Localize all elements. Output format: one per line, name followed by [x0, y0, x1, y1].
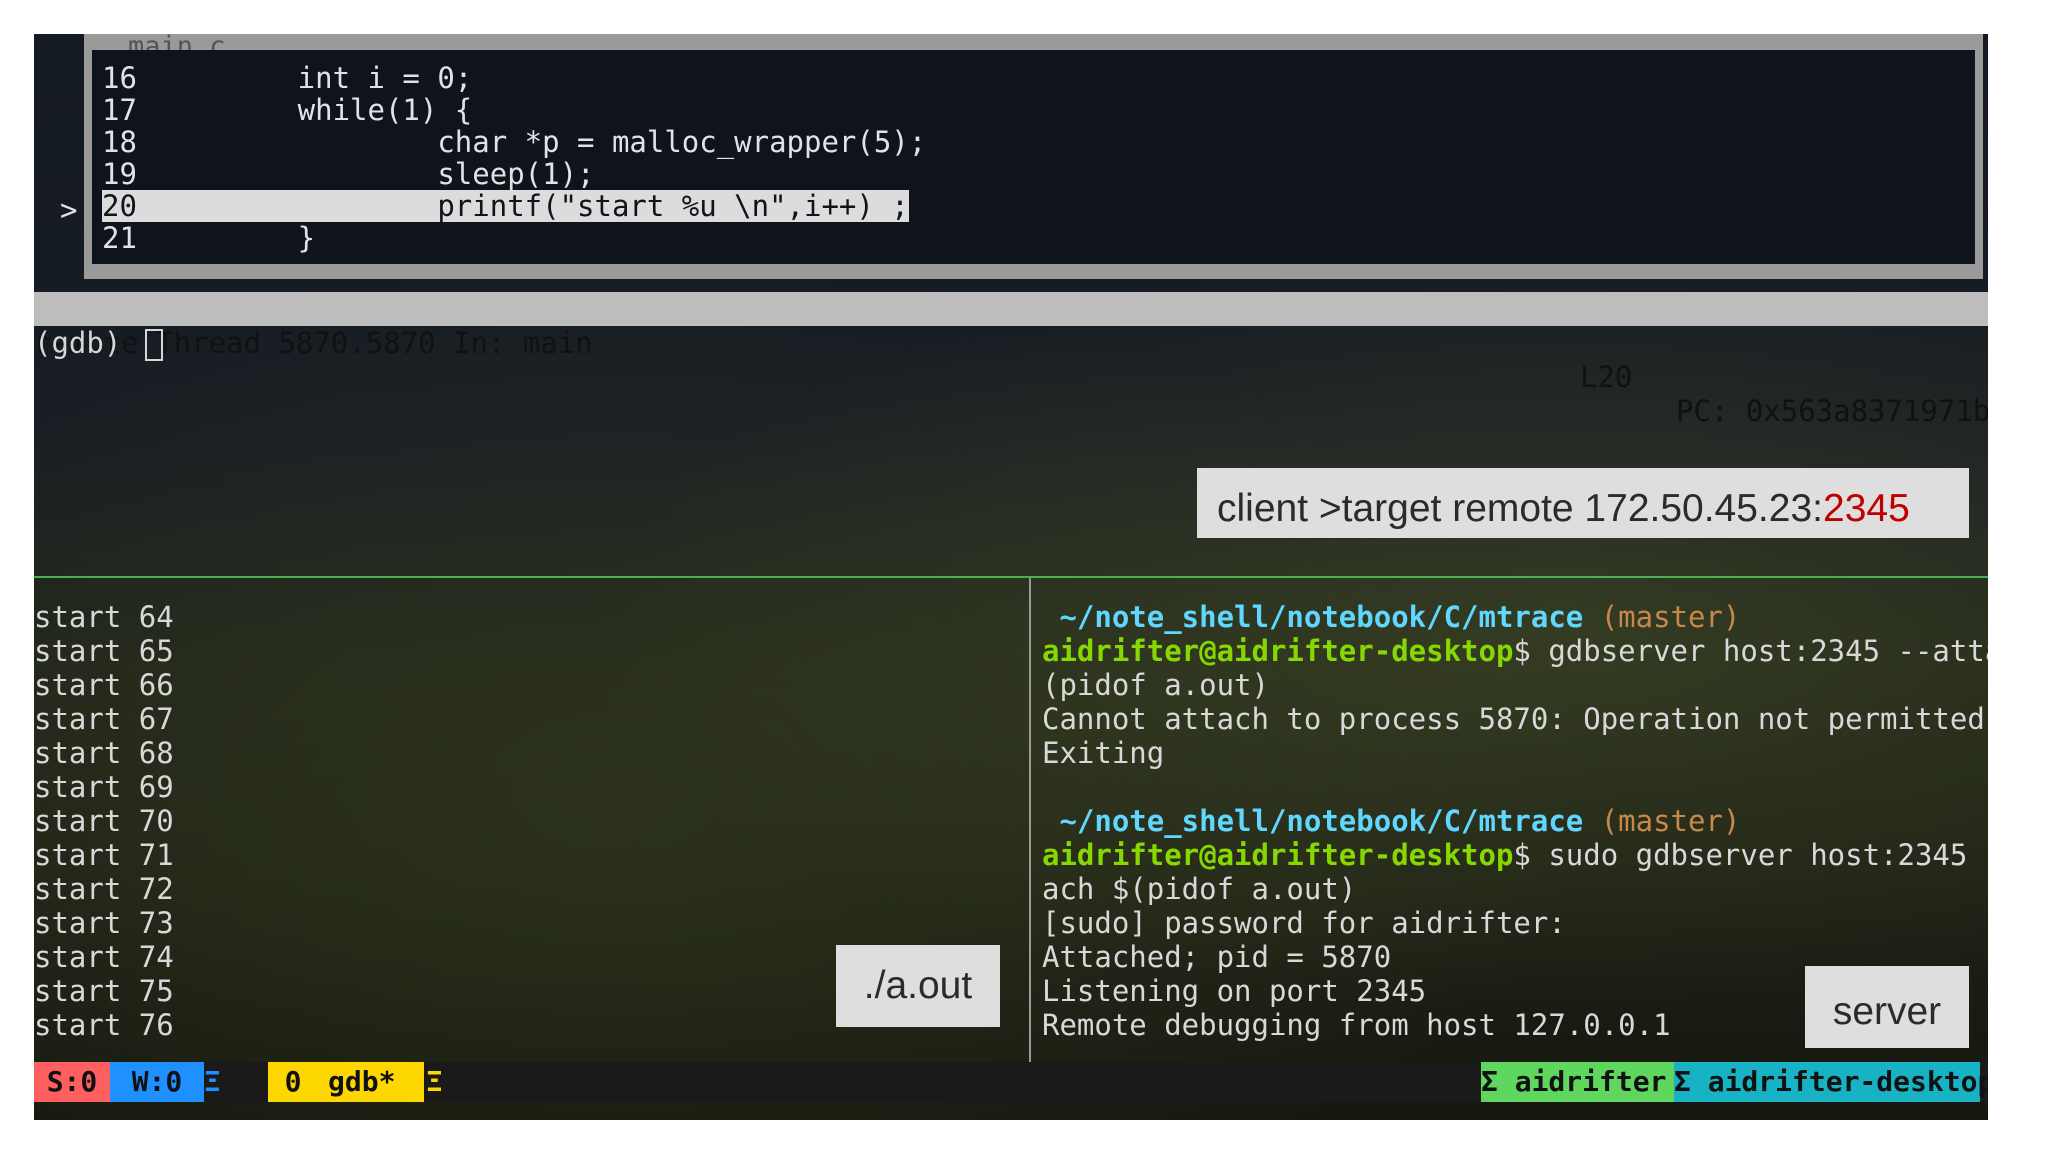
output-line: start 69 — [34, 770, 174, 804]
source-code-area: 16 int i = 0; 17 while(1) { 18 char *p =… — [92, 50, 1975, 264]
pane-divider-horizontal[interactable] — [34, 576, 1988, 578]
source-line: 19 sleep(1); — [102, 157, 595, 191]
output-line: start 73 — [34, 906, 174, 940]
source-line: 18 char *p = malloc_wrapper(5); — [102, 125, 927, 159]
source-line-current: 20 printf("start %u \n",i++) ; — [102, 189, 909, 223]
output-line: start 67 — [34, 702, 174, 736]
output-line: Listening on port 2345 — [1042, 974, 1427, 1008]
aout-callout: ./a.out — [836, 945, 1000, 1027]
error-line: Exiting — [1042, 736, 1165, 770]
text-cursor — [144, 329, 163, 361]
error-line: Cannot attach to process 5870: Operation… — [1042, 702, 1988, 736]
command-line: aidrifter@aidrifter-desktop$ sudo gdbser… — [1042, 838, 1988, 872]
output-line: start 65 — [34, 634, 174, 668]
sigma-icon: Σ — [1674, 1065, 1691, 1098]
output-line: start 74 — [34, 940, 174, 974]
tmux-window-label[interactable]: W:0 — [110, 1062, 204, 1102]
tmux-window-name[interactable]: gdb* — [318, 1062, 424, 1102]
pane-divider-vertical[interactable] — [1029, 578, 1031, 1062]
source-line: 16 int i = 0; — [102, 61, 473, 95]
tmux-user: Σ aidrifter — [1481, 1062, 1674, 1102]
output-line: start 70 — [34, 804, 174, 838]
tmux-window-index[interactable]: 0 — [268, 1062, 318, 1102]
command-line: aidrifter@aidrifter-desktop$ gdbserver h… — [1042, 634, 1988, 668]
output-line: start 71 — [34, 838, 174, 872]
output-line: start 75 — [34, 974, 174, 1008]
output-line: start 76 — [34, 1008, 174, 1042]
command-line-wrap: (pidof a.out) — [1042, 668, 1269, 702]
prompt-path-line: ~/note_shell/notebook/C/mtrace (master) — [1042, 804, 1741, 838]
source-line: 17 while(1) { — [102, 93, 473, 127]
program-counter: PC: 0x563a8371971b — [1676, 394, 1988, 428]
output-line: start 64 — [34, 600, 174, 634]
output-line: Remote debugging from host 127.0.0.1 — [1042, 1008, 1671, 1042]
output-line: [sudo] password for aidrifter: — [1042, 906, 1566, 940]
client-callout: client >target remote 172.50.45.23:2345 — [1197, 468, 1969, 538]
separator-icon: Ξ — [426, 1065, 443, 1098]
gdb-command-line[interactable]: (gdb) — [34, 326, 163, 361]
output-line: start 72 — [34, 872, 174, 906]
terminal-window[interactable]: main.c 16 int i = 0; 17 while(1) { 18 ch… — [34, 34, 1988, 1120]
output-line: Attached; pid = 5870 — [1042, 940, 1392, 974]
gdb-prompt-label: (gdb) — [34, 326, 139, 360]
line-indicator: L20 — [1580, 360, 1633, 394]
tmux-status-bar: S:0 W:0 Ξ 0 gdb* Ξ Σ aidrifter Σ aidrift… — [34, 1062, 1988, 1102]
source-window[interactable]: main.c 16 int i = 0; 17 while(1) { 18 ch… — [84, 34, 1983, 279]
sigma-icon: Σ — [1481, 1065, 1498, 1098]
tmux-host: Σ aidrifter-desktop — [1674, 1062, 1988, 1102]
current-line-marker: > — [60, 193, 78, 227]
tmux-session[interactable]: S:0 — [34, 1062, 110, 1102]
server-callout: server — [1805, 966, 1969, 1048]
prompt-path-line: ~/note_shell/notebook/C/mtrace (master) — [1042, 600, 1741, 634]
separator-icon: Ξ — [204, 1065, 221, 1098]
command-line-wrap: ach $(pidof a.out) — [1042, 872, 1357, 906]
source-line: 21 } — [102, 221, 316, 255]
output-line: start 66 — [34, 668, 174, 702]
gdb-status-bar: remote Thread 5870.5870 In: main L20 PC:… — [34, 292, 1988, 428]
output-line: start 68 — [34, 736, 174, 770]
